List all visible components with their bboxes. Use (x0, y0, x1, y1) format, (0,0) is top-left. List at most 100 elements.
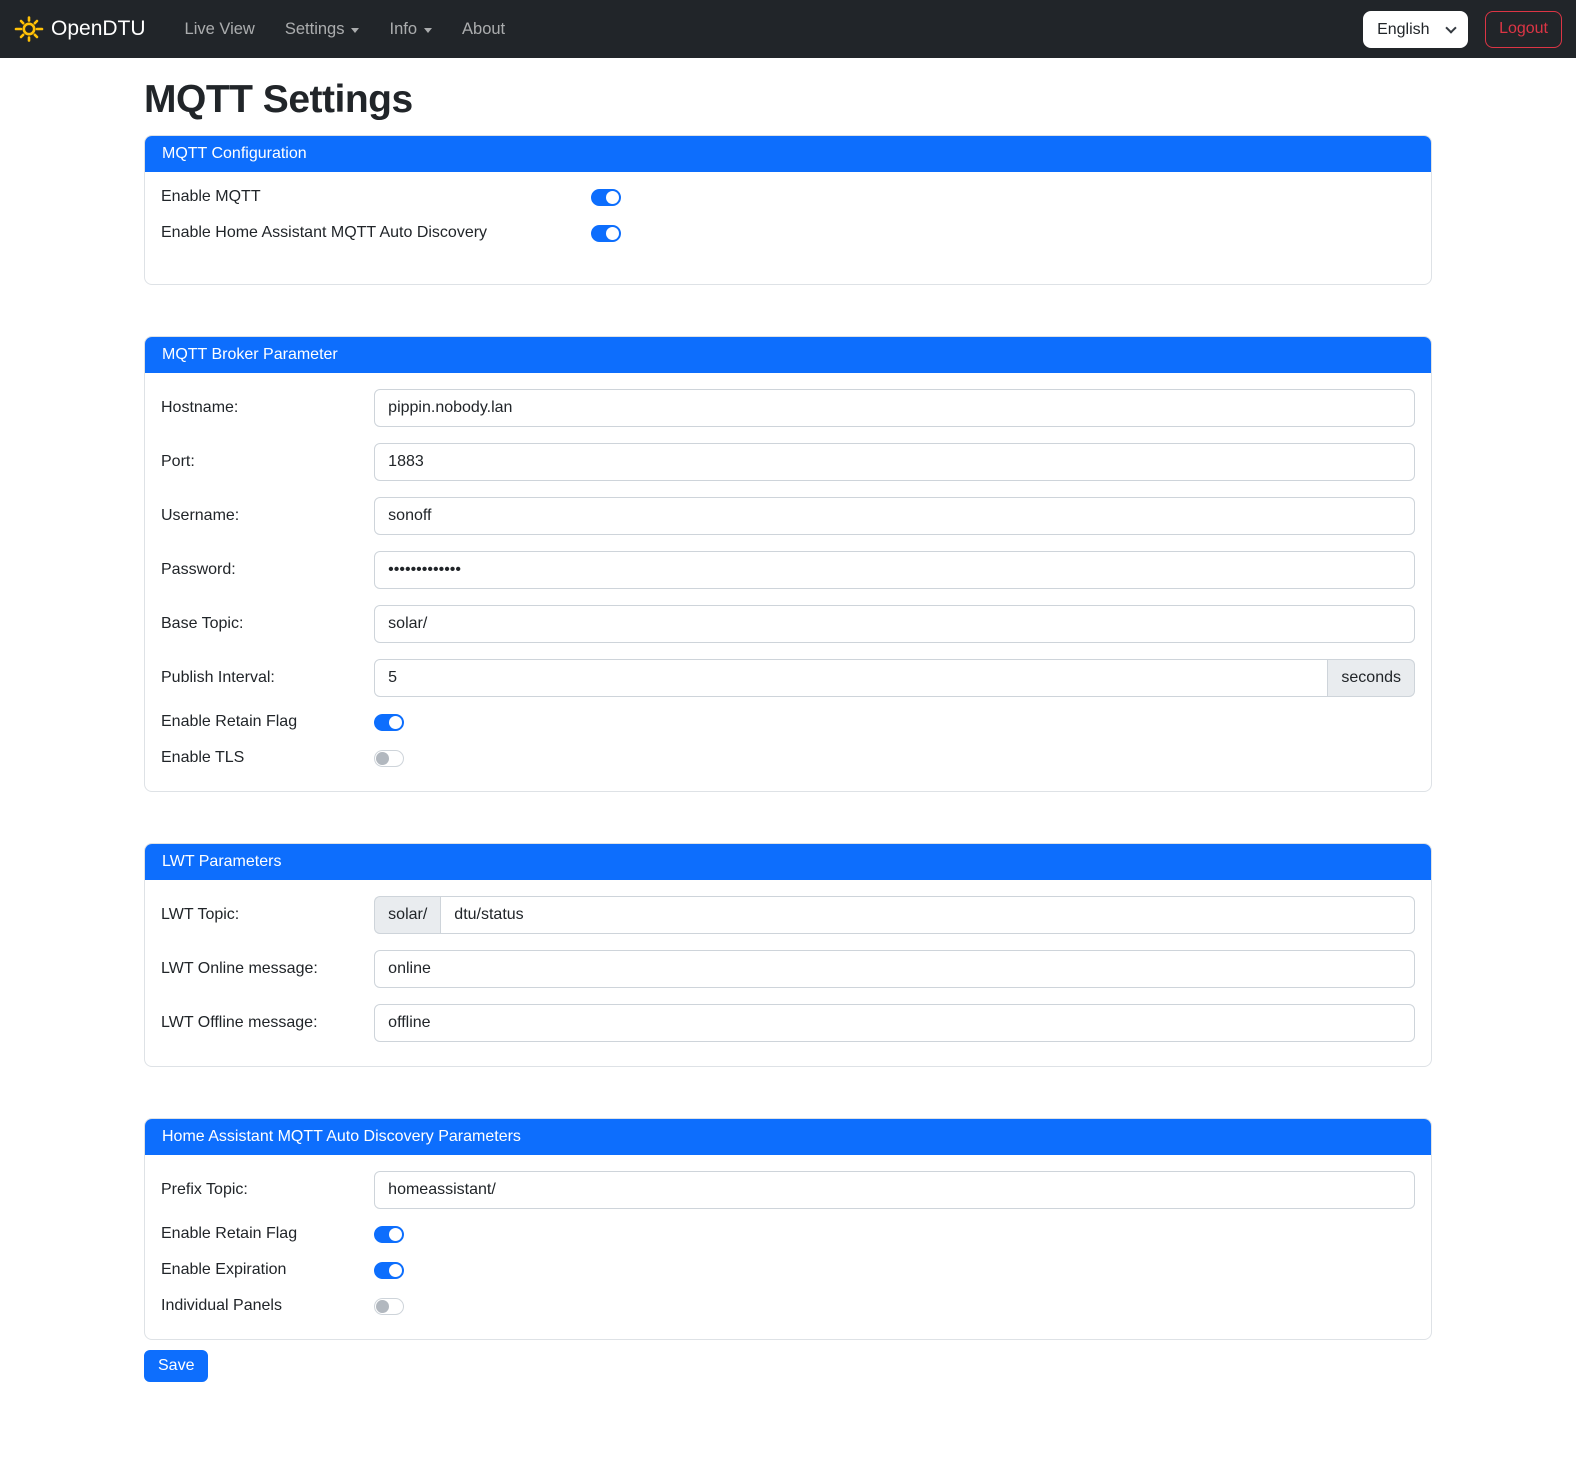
field-label: Enable Home Assistant MQTT Auto Discover… (161, 224, 591, 242)
form-row-expiration: Enable Expiration (161, 1261, 1415, 1279)
prefix-topic-input[interactable] (374, 1171, 1415, 1209)
username-input[interactable] (374, 497, 1415, 535)
nav-item-live-view[interactable]: Live View (170, 12, 270, 47)
publish-interval-unit: seconds (1328, 659, 1415, 697)
card-header: MQTT Broker Parameter (145, 337, 1431, 373)
field-content (374, 1171, 1415, 1209)
form-row-ha-auto-discovery: Enable Home Assistant MQTT Auto Discover… (161, 224, 1415, 242)
nav-item-info[interactable]: Info (374, 12, 447, 47)
language-select[interactable]: English (1363, 11, 1468, 48)
language-select-wrap: English (1363, 11, 1468, 48)
save-button[interactable]: Save (144, 1350, 208, 1382)
field-label: LWT Online message: (161, 960, 374, 978)
toggle-knob (606, 227, 619, 240)
nav-item-label: About (462, 20, 505, 39)
form-row-lwt-online: LWT Online message: (161, 950, 1415, 988)
field-content (374, 1226, 1415, 1243)
field-content (374, 443, 1415, 481)
tls-toggle[interactable] (374, 750, 404, 767)
nav-item-about[interactable]: About (447, 12, 520, 47)
lwt-offline-input[interactable] (374, 1004, 1415, 1042)
field-content: seconds (374, 659, 1415, 697)
form-row-username: Username: (161, 497, 1415, 535)
field-content (374, 950, 1415, 988)
card-lwt-parameters: LWT Parameters LWT Topic: solar/ LWT Onl… (144, 843, 1432, 1067)
toggle-knob (389, 1228, 402, 1241)
field-content (591, 189, 1415, 206)
nav-item-label: Settings (285, 20, 345, 39)
field-content (591, 225, 1415, 242)
hostname-input[interactable] (374, 389, 1415, 427)
field-label: LWT Topic: (161, 906, 374, 924)
field-label: Publish Interval: (161, 669, 374, 687)
card-hass-discovery: Home Assistant MQTT Auto Discovery Param… (144, 1118, 1432, 1340)
card-header: Home Assistant MQTT Auto Discovery Param… (145, 1119, 1431, 1155)
card-mqtt-broker: MQTT Broker Parameter Hostname: Port: Us… (144, 336, 1432, 792)
password-input[interactable] (374, 551, 1415, 589)
form-row-prefix-topic: Prefix Topic: (161, 1171, 1415, 1209)
field-label: Individual Panels (161, 1297, 374, 1315)
form-row-individual-panels: Individual Panels (161, 1297, 1415, 1315)
brand-link[interactable]: OpenDTU (14, 14, 146, 44)
field-content (374, 1004, 1415, 1042)
field-label: Password: (161, 561, 374, 579)
field-content (374, 497, 1415, 535)
card-body: Prefix Topic: Enable Retain Flag Enable … (145, 1155, 1431, 1339)
lwt-topic-prefix: solar/ (374, 896, 440, 934)
page-title: MQTT Settings (144, 78, 1432, 122)
toggle-knob (376, 1300, 389, 1313)
field-label: Enable Expiration (161, 1261, 374, 1279)
card-mqtt-configuration: MQTT Configuration Enable MQTT Enable Ho… (144, 135, 1432, 285)
field-label: Prefix Topic: (161, 1181, 374, 1199)
field-content (374, 1298, 1415, 1315)
main-content: MQTT Settings MQTT Configuration Enable … (144, 58, 1432, 1410)
enable-mqtt-toggle[interactable] (591, 189, 621, 206)
field-content (374, 750, 1415, 767)
field-label: Hostname: (161, 399, 374, 417)
ha-auto-discovery-toggle[interactable] (591, 225, 621, 242)
toggle-knob (389, 1264, 402, 1277)
form-row-base-topic: Base Topic: (161, 605, 1415, 643)
form-row-retain-flag: Enable Retain Flag (161, 713, 1415, 731)
card-header: LWT Parameters (145, 844, 1431, 880)
sun-icon (14, 14, 44, 44)
chevron-down-icon (351, 28, 359, 33)
card-body: Enable MQTT Enable Home Assistant MQTT A… (145, 172, 1431, 284)
nav-item-label: Live View (185, 20, 255, 39)
field-content (374, 1262, 1415, 1279)
form-row-tls: Enable TLS (161, 749, 1415, 767)
retain-flag-toggle[interactable] (374, 714, 404, 731)
toggle-knob (376, 752, 389, 765)
hass-retain-flag-toggle[interactable] (374, 1226, 404, 1243)
card-header: MQTT Configuration (145, 136, 1431, 172)
publish-interval-input[interactable] (374, 659, 1328, 697)
chevron-down-icon (424, 28, 432, 33)
form-row-publish-interval: Publish Interval: seconds (161, 659, 1415, 697)
field-content (374, 714, 1415, 731)
brand-label: OpenDTU (51, 17, 146, 41)
card-body: Hostname: Port: Username: Password: (145, 373, 1431, 791)
individual-panels-toggle[interactable] (374, 1298, 404, 1315)
field-content: solar/ (374, 896, 1415, 934)
input-group: seconds (374, 659, 1415, 697)
form-row-password: Password: (161, 551, 1415, 589)
form-row-port: Port: (161, 443, 1415, 481)
expiration-toggle[interactable] (374, 1262, 404, 1279)
toggle-knob (389, 716, 402, 729)
port-input[interactable] (374, 443, 1415, 481)
field-label: Username: (161, 507, 374, 525)
form-row-hostname: Hostname: (161, 389, 1415, 427)
lwt-topic-input[interactable] (440, 896, 1415, 934)
form-row-lwt-topic: LWT Topic: solar/ (161, 896, 1415, 934)
lwt-online-input[interactable] (374, 950, 1415, 988)
logout-button[interactable]: Logout (1485, 11, 1562, 48)
nav-item-settings[interactable]: Settings (270, 12, 375, 47)
toggle-knob (606, 191, 619, 204)
nav-item-label: Info (389, 20, 417, 39)
field-label: LWT Offline message: (161, 1014, 374, 1032)
base-topic-input[interactable] (374, 605, 1415, 643)
form-row-hass-retain-flag: Enable Retain Flag (161, 1225, 1415, 1243)
field-label: Enable Retain Flag (161, 1225, 374, 1243)
form-row-lwt-offline: LWT Offline message: (161, 1004, 1415, 1042)
field-label: Enable TLS (161, 749, 374, 767)
